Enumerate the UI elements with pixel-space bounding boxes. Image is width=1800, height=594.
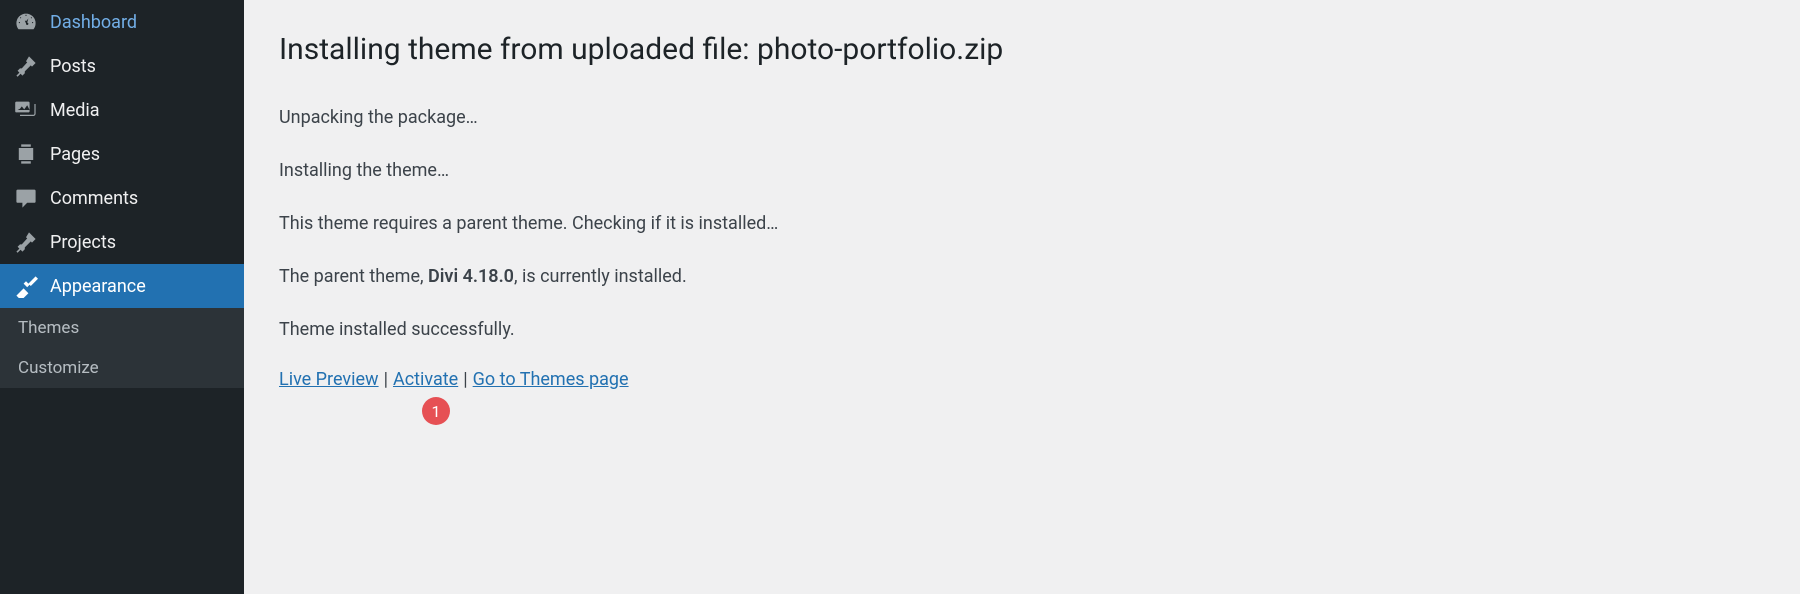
admin-sidebar: Dashboard Posts Media Pages Comments Pro… <box>0 0 244 594</box>
sidebar-item-posts[interactable]: Posts <box>0 44 244 88</box>
sidebar-item-projects[interactable]: Projects <box>0 220 244 264</box>
comments-icon <box>14 186 38 210</box>
parent-theme-name: Divi 4.18.0 <box>428 266 514 287</box>
sidebar-item-pages[interactable]: Pages <box>0 132 244 176</box>
pages-icon <box>14 142 38 166</box>
appearance-icon <box>14 274 38 298</box>
sidebar-item-label: Comments <box>50 188 138 209</box>
live-preview-link[interactable]: Live Preview <box>279 369 379 390</box>
annotation-badge: 1 <box>422 397 450 425</box>
sidebar-item-label: Media <box>50 100 100 121</box>
submenu-item-label: Customize <box>18 358 99 378</box>
status-parent-installed: The parent theme, Divi 4.18.0, is curren… <box>279 263 1765 290</box>
page-title: Installing theme from uploaded file: pho… <box>279 30 1765 69</box>
sidebar-item-label: Posts <box>50 56 96 77</box>
sidebar-item-media[interactable]: Media <box>0 88 244 132</box>
dashboard-icon <box>14 10 38 34</box>
submenu-item-themes[interactable]: Themes <box>0 308 244 348</box>
status-installing: Installing the theme… <box>279 157 1765 184</box>
sidebar-item-label: Dashboard <box>50 12 137 33</box>
main-content: Installing theme from uploaded file: pho… <box>244 0 1800 594</box>
status-success: Theme installed successfully. <box>279 316 1765 343</box>
sidebar-item-appearance[interactable]: Appearance <box>0 264 244 308</box>
sidebar-submenu: Themes Customize <box>0 308 244 388</box>
pin-icon <box>14 54 38 78</box>
action-links: Live Preview|Activate|Go to Themes page … <box>279 369 1765 390</box>
sidebar-item-comments[interactable]: Comments <box>0 176 244 220</box>
sidebar-item-label: Pages <box>50 144 100 165</box>
go-themes-link[interactable]: Go to Themes page <box>473 369 629 390</box>
sidebar-item-label: Appearance <box>50 276 146 297</box>
submenu-item-label: Themes <box>18 318 79 338</box>
activate-link[interactable]: Activate <box>393 369 458 390</box>
sidebar-item-label: Projects <box>50 232 116 253</box>
pin-icon <box>14 230 38 254</box>
status-unpacking: Unpacking the package… <box>279 104 1765 131</box>
media-icon <box>14 98 38 122</box>
sidebar-item-dashboard[interactable]: Dashboard <box>0 0 244 44</box>
status-parent-check: This theme requires a parent theme. Chec… <box>279 210 1765 237</box>
submenu-item-customize[interactable]: Customize <box>0 348 244 388</box>
